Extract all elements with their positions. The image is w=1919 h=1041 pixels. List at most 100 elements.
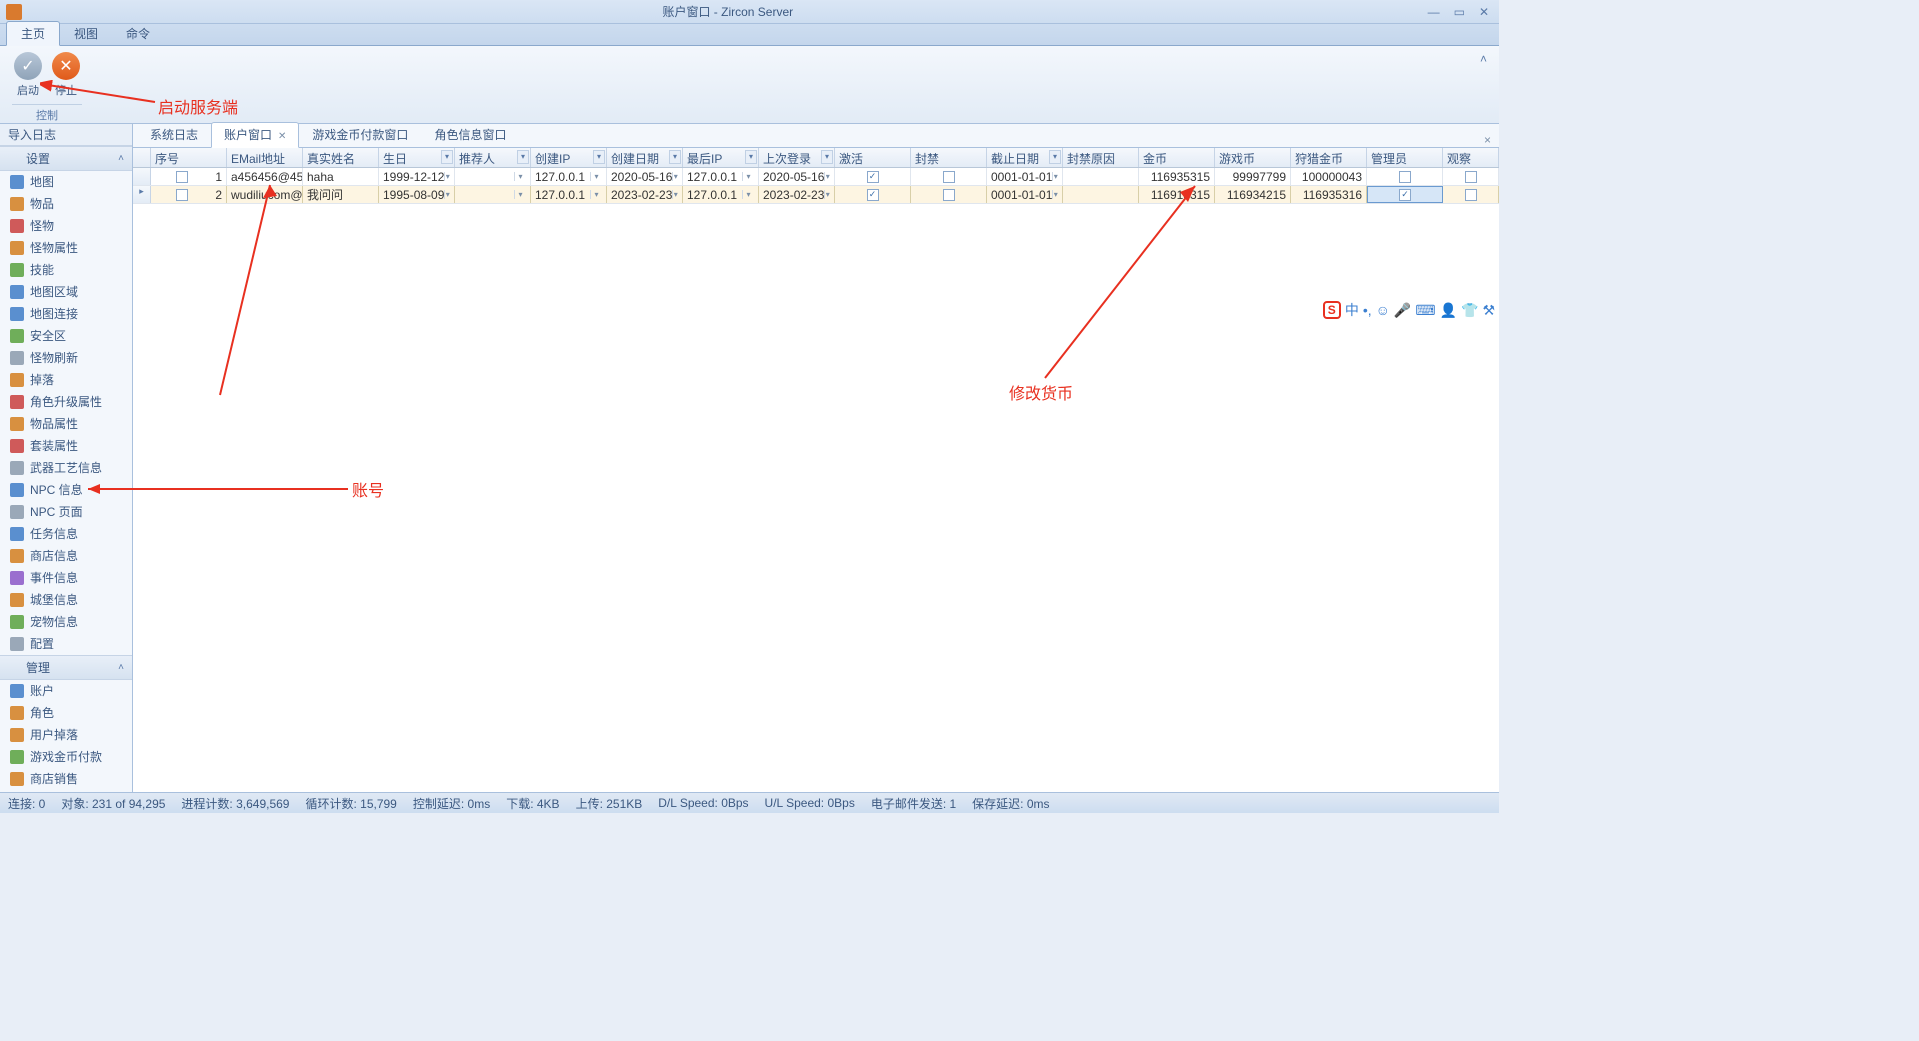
cell-11[interactable]: 0001-01-01▾ [987,186,1063,203]
sidebar-item-1-2[interactable]: 用户掉落 [0,724,132,746]
sidebar-item-0-0[interactable]: 地图 [0,171,132,193]
doc-tab-3[interactable]: 角色信息窗口 [421,122,519,147]
cell-0[interactable]: 1 [151,168,227,185]
tab-close-icon[interactable]: ✕ [278,131,286,142]
col-header-12[interactable]: 封禁原因 [1063,148,1139,167]
close-icon[interactable]: ✕ [1479,5,1489,19]
doc-tab-0[interactable]: 系统日志 [137,122,211,147]
cell-6[interactable]: 2020-05-16▾ [607,168,683,185]
col-header-15[interactable]: 狩猎金币 [1291,148,1367,167]
row-check[interactable] [176,171,188,183]
sidebar-item-0-14[interactable]: NPC 信息 [0,479,132,501]
cell-13[interactable]: 116918315 [1139,186,1215,203]
sidebar-item-0-19[interactable]: 城堡信息 [0,589,132,611]
col-dropdown-icon[interactable]: ▾ [745,150,757,164]
col-header-14[interactable]: 游戏币 [1215,148,1291,167]
doc-tab-1[interactable]: 账户窗口✕ [211,122,299,148]
col-header-7[interactable]: 最后IP▾ [683,148,759,167]
cell-12[interactable] [1063,186,1139,203]
col-header-3[interactable]: 生日▾ [379,148,455,167]
sidebar-item-0-5[interactable]: 地图区域 [0,281,132,303]
sidebar-group-1[interactable]: 管理˄ [0,655,132,680]
sidebar-item-0-10[interactable]: 角色升级属性 [0,391,132,413]
row-check[interactable] [176,189,188,201]
col-header-2[interactable]: 真实姓名 [303,148,379,167]
col-header-11[interactable]: 截止日期▾ [987,148,1063,167]
ime-punct-icon[interactable]: •, [1363,302,1372,318]
col-header-4[interactable]: 推荐人▾ [455,148,531,167]
cell-7[interactable]: 127.0.0.1▾ [683,186,759,203]
cell-dropdown-icon[interactable]: ▾ [824,190,830,199]
ribbon-tab-view[interactable]: 视图 [60,22,112,45]
cell-11[interactable]: 0001-01-01▾ [987,168,1063,185]
cell-9[interactable] [835,186,911,203]
sidebar-item-1-0[interactable]: 账户 [0,680,132,702]
ban-check[interactable] [943,189,955,201]
sidebar-item-0-16[interactable]: 任务信息 [0,523,132,545]
cell-3[interactable]: 1995-08-09▾ [379,186,455,203]
ime-user-icon[interactable]: 👤 [1440,302,1457,319]
start-button[interactable]: ✓ 启动 [12,50,44,98]
col-dropdown-icon[interactable]: ▾ [821,150,833,164]
ime-kbd-icon[interactable]: ⌨ [1415,302,1435,319]
cell-14[interactable]: 99997799 [1215,168,1291,185]
sidebar-item-0-20[interactable]: 宠物信息 [0,611,132,633]
cell-dropdown-icon[interactable]: ▾ [444,190,450,199]
cell-0[interactable]: 2 [151,186,227,203]
sidebar-item-0-21[interactable]: 配置 [0,633,132,655]
cell-5[interactable]: 127.0.0.1▾ [531,186,607,203]
cell-7[interactable]: 127.0.0.1▾ [683,168,759,185]
col-header-0[interactable]: 序号 [151,148,227,167]
ban-check[interactable] [943,171,955,183]
cell-dropdown-icon[interactable]: ▾ [672,190,678,199]
sidebar-item-0-11[interactable]: 物品属性 [0,413,132,435]
cell-10[interactable] [911,186,987,203]
sidebar-item-0-18[interactable]: 事件信息 [0,567,132,589]
cell-9[interactable] [835,168,911,185]
cell-dropdown-icon[interactable]: ▾ [590,172,602,181]
ribbon-collapse-icon[interactable]: ˄ [1474,50,1493,68]
col-dropdown-icon[interactable]: ▾ [1049,150,1061,164]
cell-dropdown-icon[interactable]: ▾ [514,190,526,199]
cell-1[interactable]: a456456@45... [227,168,303,185]
cell-dropdown-icon[interactable]: ▾ [1052,172,1058,181]
cell-2[interactable]: 我问问 [303,186,379,203]
cell-10[interactable] [911,168,987,185]
sidebar-item-0-2[interactable]: 怪物 [0,215,132,237]
cell-15[interactable]: 100000043 [1291,168,1367,185]
sidebar-item-0-8[interactable]: 怪物刷新 [0,347,132,369]
col-header-10[interactable]: 封禁 [911,148,987,167]
cell-dropdown-icon[interactable]: ▾ [590,190,602,199]
table-row[interactable]: 1a456456@45...haha1999-12-12▾▾127.0.0.1▾… [133,168,1499,186]
col-dropdown-icon[interactable]: ▾ [669,150,681,164]
admin-check[interactable] [1399,171,1411,183]
minimize-icon[interactable]: ― [1428,5,1440,19]
ribbon-tab-home[interactable]: 主页 [6,21,60,46]
cell-16[interactable] [1367,186,1443,203]
cell-dropdown-icon[interactable]: ▾ [514,172,526,181]
col-header-1[interactable]: EMail地址 [227,148,303,167]
cell-16[interactable] [1367,168,1443,185]
sidebar-item-0-3[interactable]: 怪物属性 [0,237,132,259]
cell-dropdown-icon[interactable]: ▾ [824,172,830,181]
col-dropdown-icon[interactable]: ▾ [593,150,605,164]
sidebar-item-1-3[interactable]: 游戏金币付款 [0,746,132,768]
cell-2[interactable]: haha [303,168,379,185]
sidebar-item-0-1[interactable]: 物品 [0,193,132,215]
col-header-5[interactable]: 创建IP▾ [531,148,607,167]
tabs-close-icon[interactable]: × [1476,133,1499,147]
col-header-17[interactable]: 观察 [1443,148,1499,167]
cell-5[interactable]: 127.0.0.1▾ [531,168,607,185]
observe-check[interactable] [1465,171,1477,183]
col-header-6[interactable]: 创建日期▾ [607,148,683,167]
cell-12[interactable] [1063,168,1139,185]
sidebar-item-0-13[interactable]: 武器工艺信息 [0,457,132,479]
sidebar-truncated[interactable]: 导入日志 [0,124,132,146]
cell-8[interactable]: 2023-02-23▾ [759,186,835,203]
cell-8[interactable]: 2020-05-16▾ [759,168,835,185]
ime-toolbar[interactable]: S 中 •, ☺ 🎤 ⌨ 👤 👕 ⚒ [1321,298,1497,322]
ime-emoji-icon[interactable]: ☺ [1376,302,1390,318]
active-check[interactable] [867,171,879,183]
cell-6[interactable]: 2023-02-23▾ [607,186,683,203]
sidebar-item-0-7[interactable]: 安全区 [0,325,132,347]
